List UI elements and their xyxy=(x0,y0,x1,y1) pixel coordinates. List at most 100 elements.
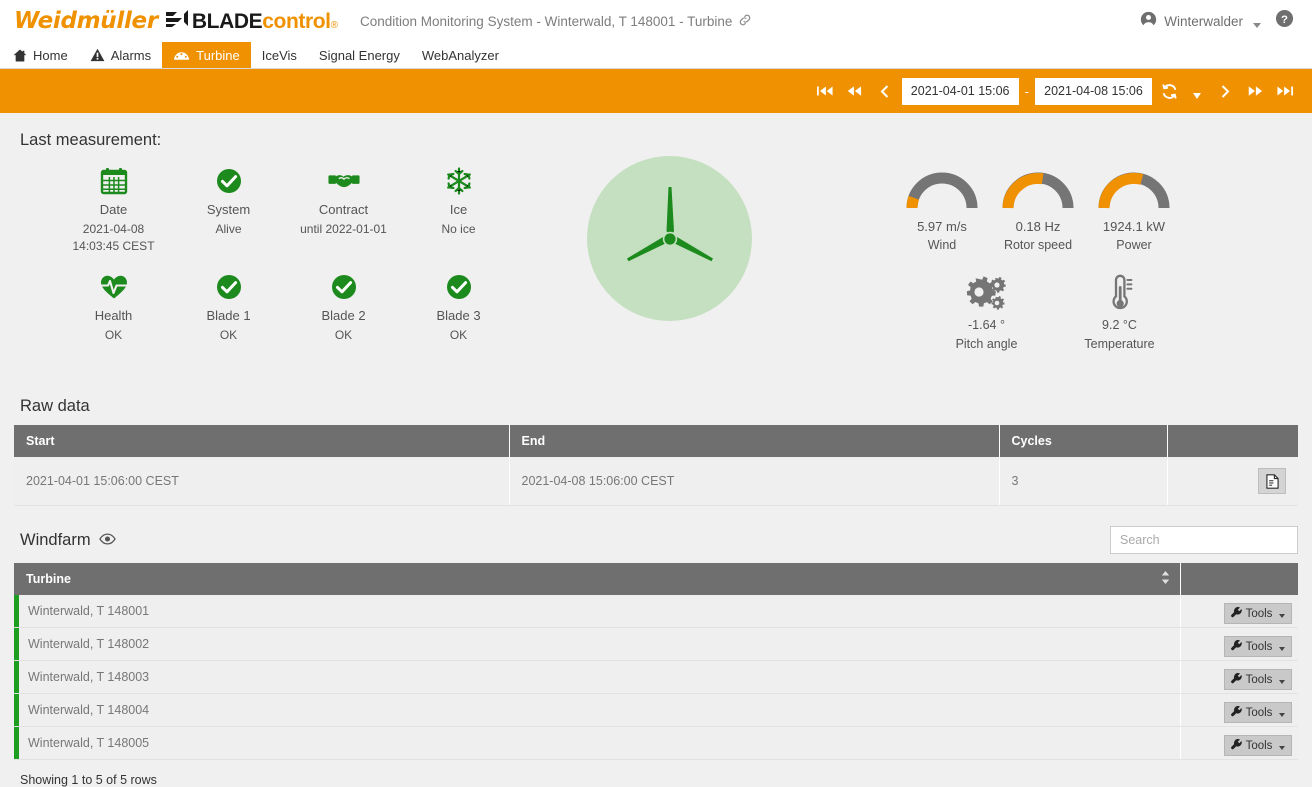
windfarm-col-turbine[interactable]: Turbine xyxy=(14,563,1180,595)
tab-turbine-label: Turbine xyxy=(196,48,240,63)
tools-button[interactable]: Tools xyxy=(1224,702,1292,723)
check-circle-icon xyxy=(286,270,401,304)
gauge-rotor-speed-value: 0.18 Hz xyxy=(990,219,1086,234)
check-circle-icon xyxy=(171,270,286,304)
wind-gauge-arc xyxy=(903,166,981,212)
status-blade-3-label: Blade 3 xyxy=(401,308,516,323)
wind-turbine-rotor-icon xyxy=(587,156,752,321)
status-badge xyxy=(14,727,19,759)
raw-data-header-row: Start End Cycles xyxy=(14,425,1298,457)
tools-button-label: Tools xyxy=(1246,707,1273,719)
table-row[interactable]: Winterwald, T 148001 Tools xyxy=(14,595,1298,628)
tools-button[interactable]: Tools xyxy=(1224,735,1292,756)
windfarm-turbine-cell: Winterwald, T 148004 xyxy=(14,694,1180,727)
raw-data-title: Raw data xyxy=(20,397,1298,416)
page-subtitle: Condition Monitoring System - Winterwald… xyxy=(360,13,752,30)
document-export-icon[interactable] xyxy=(1258,468,1286,494)
skip-to-start-icon[interactable] xyxy=(810,76,840,106)
windfarm-title: Windfarm xyxy=(20,531,91,550)
tools-button[interactable]: Tools xyxy=(1224,603,1292,624)
raw-data-col-start[interactable]: Start xyxy=(14,425,509,457)
end-date-input[interactable] xyxy=(1035,78,1152,105)
table-row[interactable]: Winterwald, T 148003 Tools xyxy=(14,661,1298,694)
windfarm-turbine-cell: Winterwald, T 148005 xyxy=(14,727,1180,760)
windfarm-turbine-name: Winterwald, T 148003 xyxy=(14,661,1180,693)
status-badge xyxy=(14,694,19,726)
measurement-panel: Date 2021-04-08 14:03:45 CEST System Ali… xyxy=(14,164,1298,379)
status-contract-value: until 2022-01-01 xyxy=(286,221,401,238)
chevron-down-icon xyxy=(1279,647,1285,651)
date-range-toolbar: - xyxy=(0,69,1312,113)
chevron-right-icon[interactable] xyxy=(1210,76,1240,106)
rewind-icon[interactable] xyxy=(840,76,870,106)
gauge-rotor-speed-label: Rotor speed xyxy=(990,238,1086,252)
refresh-icon[interactable] xyxy=(1154,76,1184,106)
warning-triangle-icon xyxy=(90,48,105,62)
raw-data-end-value: 2021-04-08 15:06:00 CEST xyxy=(509,457,999,506)
brand-logo[interactable]: Weidmüller BLADE control ® xyxy=(14,8,338,34)
tools-button-label: Tools xyxy=(1246,674,1273,686)
raw-data-table: Start End Cycles 2021-04-01 15:06:00 CES… xyxy=(14,425,1298,506)
user-name: Winterwalder xyxy=(1164,14,1243,29)
tab-alarms[interactable]: Alarms xyxy=(79,42,162,68)
sort-icon[interactable] xyxy=(1161,571,1170,588)
chevron-down-icon[interactable] xyxy=(1253,23,1261,28)
status-blade-2-value: OK xyxy=(286,327,401,344)
tools-button[interactable]: Tools xyxy=(1224,669,1292,690)
windfarm-actions-cell: Tools xyxy=(1180,628,1298,661)
status-grid: Date 2021-04-08 14:03:45 CEST System Ali… xyxy=(56,164,516,344)
eye-icon[interactable] xyxy=(99,531,116,550)
raw-data-col-end[interactable]: End xyxy=(509,425,999,457)
table-row[interactable]: Winterwald, T 148004 Tools xyxy=(14,694,1298,727)
windfarm-actions-cell: Tools xyxy=(1180,694,1298,727)
tab-turbine[interactable]: Turbine xyxy=(162,42,251,68)
status-health: Health OK xyxy=(56,270,171,344)
skip-to-end-icon[interactable] xyxy=(1270,76,1300,106)
tools-button[interactable]: Tools xyxy=(1224,636,1292,657)
wrench-icon xyxy=(1231,739,1242,753)
chevron-left-icon[interactable] xyxy=(870,76,900,106)
raw-data-actions-cell xyxy=(1167,457,1298,506)
tab-signal-energy[interactable]: Signal Energy xyxy=(308,42,411,68)
top-header: Weidmüller BLADE control ® Condition Mon… xyxy=(0,0,1312,42)
date-preset-caret-icon[interactable] xyxy=(1193,93,1201,99)
fast-forward-icon[interactable] xyxy=(1240,76,1270,106)
tab-home-label: Home xyxy=(33,48,68,63)
user-menu[interactable]: Winterwalder xyxy=(1140,11,1261,31)
link-icon[interactable] xyxy=(738,13,752,30)
search-input[interactable] xyxy=(1110,526,1298,554)
status-health-label: Health xyxy=(56,308,171,323)
windfarm-turbine-cell: Winterwald, T 148001 xyxy=(14,595,1180,628)
question-circle-icon[interactable]: ? xyxy=(1275,9,1294,33)
table-row[interactable]: 2021-04-01 15:06:00 CEST 2021-04-08 15:0… xyxy=(14,457,1298,506)
wrench-icon xyxy=(1231,607,1242,621)
tab-icevis[interactable]: IceVis xyxy=(251,42,308,68)
raw-data-col-cycles[interactable]: Cycles xyxy=(999,425,1167,457)
table-row[interactable]: Winterwald, T 148002 Tools xyxy=(14,628,1298,661)
wrench-icon xyxy=(1231,640,1242,654)
status-blade-3: Blade 3 OK xyxy=(401,270,516,344)
chevron-down-icon xyxy=(1279,713,1285,717)
status-contract: Contract until 2022-01-01 xyxy=(286,164,401,256)
gauge-wind: 5.97 m/s Wind xyxy=(894,166,990,252)
windfarm-header-row: Turbine xyxy=(14,563,1298,595)
status-badge xyxy=(14,661,19,693)
brand-company: Weidmüller xyxy=(14,8,158,34)
table-row[interactable]: Winterwald, T 148005 Tools xyxy=(14,727,1298,760)
start-date-input[interactable] xyxy=(902,78,1019,105)
tab-home[interactable]: Home xyxy=(2,42,79,68)
gauge-wind-label: Wind xyxy=(894,238,990,252)
status-contract-label: Contract xyxy=(286,202,401,217)
meter-temperature-value: 9.2 °C xyxy=(1072,318,1167,332)
windfarm-turbine-name: Winterwald, T 148001 xyxy=(14,595,1180,627)
gauge-wind-value: 5.97 m/s xyxy=(894,219,990,234)
status-badge xyxy=(14,595,19,627)
header-right-group: Winterwalder ? xyxy=(1140,9,1298,33)
gauge-power-label: Power xyxy=(1086,238,1182,252)
status-system: System Alive xyxy=(171,164,286,256)
meter-temperature-label: Temperature xyxy=(1072,337,1167,351)
status-ice: Ice No ice xyxy=(401,164,516,256)
tab-webanalyzer[interactable]: WebAnalyzer xyxy=(411,42,510,68)
status-blade-3-value: OK xyxy=(401,327,516,344)
gauge-icon xyxy=(173,48,190,62)
